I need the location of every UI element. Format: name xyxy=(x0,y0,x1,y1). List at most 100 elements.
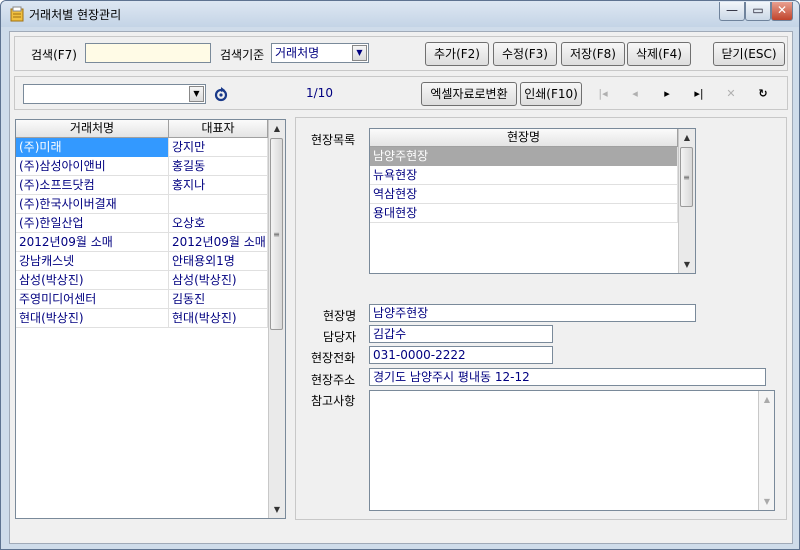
cell-representative[interactable]: 삼성(박상진) xyxy=(169,271,268,290)
memo-label: 참고사항 xyxy=(311,394,356,408)
close-window-button[interactable]: ✕ xyxy=(771,2,793,21)
print-button[interactable]: 인쇄(F10) xyxy=(520,82,582,106)
delete-button[interactable]: 삭제(F4) xyxy=(627,42,691,66)
excel-export-button[interactable]: 엑셀자료로변환 xyxy=(421,82,517,106)
cell-client-name[interactable]: (주)한국사이버결재 xyxy=(16,195,169,214)
site-phone-field[interactable]: 031-0000-2222 xyxy=(369,346,553,364)
cell-client-name[interactable]: (주)한일산업 xyxy=(16,214,169,233)
scroll-thumb[interactable]: ≡ xyxy=(270,138,283,330)
scroll-up-icon[interactable]: ▲ xyxy=(269,120,285,137)
site-address-label: 현장주소 xyxy=(311,373,356,387)
cell-client-name[interactable]: 강남캐스넷 xyxy=(16,252,169,271)
table-row[interactable]: 주영미디어센터 김동진 xyxy=(16,290,268,309)
list-item[interactable]: 뉴욕현장 xyxy=(370,166,678,185)
cell-site-name[interactable]: 용대현장 xyxy=(370,204,678,223)
list-item[interactable]: 역삼현장 xyxy=(370,185,678,204)
chevron-down-icon[interactable]: ▼ xyxy=(352,45,367,61)
site-list-label: 현장목록 xyxy=(311,133,356,147)
filter-select[interactable]: ▼ xyxy=(23,84,206,104)
cell-client-name[interactable]: (주)미래 xyxy=(16,138,169,157)
cell-client-name[interactable]: 삼성(박상진) xyxy=(16,271,169,290)
app-icon xyxy=(10,6,24,22)
list-item[interactable]: 남양주현장 xyxy=(370,147,678,166)
search-criteria-label: 검색기준 xyxy=(220,48,265,62)
site-list[interactable]: 현장명 남양주현장 뉴욕현장 역삼현장 용대현장 ▲ ≡ ▼ xyxy=(369,128,696,274)
edit-button[interactable]: 수정(F3) xyxy=(493,42,557,66)
site-name-label: 현장명 xyxy=(323,309,357,323)
table-row[interactable]: 삼성(박상진) 삼성(박상진) xyxy=(16,271,268,290)
cell-representative[interactable]: 홍지나 xyxy=(169,176,268,195)
search-criteria-select[interactable]: 거래처명 ▼ xyxy=(271,43,369,63)
column-header-representative[interactable]: 대표자 xyxy=(169,120,268,138)
cell-client-name[interactable]: 현대(박상진) xyxy=(16,309,169,328)
table-row[interactable]: 강남캐스넷 안태용외1명 xyxy=(16,252,268,271)
close-button[interactable]: 닫기(ESC) xyxy=(713,42,785,66)
table-row[interactable]: 현대(박상진) 현대(박상진) xyxy=(16,309,268,328)
window-title: 거래처별 현장관리 xyxy=(29,8,122,22)
table-row[interactable]: (주)소프트닷컴 홍지나 xyxy=(16,176,268,195)
search-label: 검색(F7) xyxy=(31,48,77,62)
manager-field[interactable]: 김갑수 xyxy=(369,325,553,343)
search-panel: 검색(F7) 검색기준 거래처명 ▼ 추가(F2) 수정(F3) 저장(F8) … xyxy=(14,36,788,71)
reload-icon[interactable]: ↻ xyxy=(755,86,771,102)
table-row[interactable]: (주)한일산업 오상호 xyxy=(16,214,268,233)
cell-client-name[interactable]: 주영미디어센터 xyxy=(16,290,169,309)
scroll-down-icon[interactable]: ▼ xyxy=(759,493,774,510)
chevron-down-icon[interactable]: ▼ xyxy=(189,86,204,102)
client-grid-scrollbar[interactable]: ▲ ≡ ▼ xyxy=(268,120,285,518)
grip-icon: ≡ xyxy=(273,230,280,239)
client-grid[interactable]: 거래처명 대표자 (주)미래 강지만 (주)삼성아이앤비 홍길동 (주)소프트닷컴 홍지나… xyxy=(15,119,286,519)
title-bar[interactable]: 거래처별 현장관리 — ▭ ✕ xyxy=(1,1,799,27)
table-row[interactable]: 2012년09월 소매 2012년09월 소매 xyxy=(16,233,268,252)
site-name-field[interactable]: 남양주현장 xyxy=(369,304,696,322)
scroll-down-icon[interactable]: ▼ xyxy=(269,501,285,518)
cell-representative[interactable]: 홍길동 xyxy=(169,157,268,176)
list-item[interactable]: 용대현장 xyxy=(370,204,678,223)
scroll-down-icon[interactable]: ▼ xyxy=(679,256,695,273)
memo-field[interactable]: ▲ ▼ xyxy=(369,390,775,511)
maximize-button[interactable]: ▭ xyxy=(745,2,771,21)
site-phone-label: 현장전화 xyxy=(311,351,356,365)
client-area: 검색(F7) 검색기준 거래처명 ▼ 추가(F2) 수정(F3) 저장(F8) … xyxy=(9,31,793,544)
last-record-icon[interactable]: ▸| xyxy=(691,86,707,102)
previous-record-icon[interactable]: ◂ xyxy=(627,86,643,102)
grip-icon: ≡ xyxy=(683,173,690,182)
table-row[interactable]: (주)미래 강지만 xyxy=(16,138,268,157)
search-input[interactable] xyxy=(85,43,211,63)
memo-scrollbar[interactable]: ▲ ▼ xyxy=(758,391,774,510)
scroll-up-icon[interactable]: ▲ xyxy=(759,391,774,408)
manager-label: 담당자 xyxy=(323,330,357,344)
column-header-site-name[interactable]: 현장명 xyxy=(370,129,678,147)
add-button[interactable]: 추가(F2) xyxy=(425,42,489,66)
site-list-scrollbar[interactable]: ▲ ≡ ▼ xyxy=(678,129,695,273)
first-record-icon[interactable]: |◂ xyxy=(595,86,611,102)
scroll-thumb[interactable]: ≡ xyxy=(680,147,693,207)
column-header-client-name[interactable]: 거래처명 xyxy=(16,120,169,138)
cell-client-name[interactable]: 2012년09월 소매 xyxy=(16,233,169,252)
minimize-button[interactable]: — xyxy=(719,2,745,21)
cell-site-name[interactable]: 역삼현장 xyxy=(370,185,678,204)
cancel-icon[interactable]: ✕ xyxy=(723,86,739,102)
next-record-icon[interactable]: ▸ xyxy=(659,86,675,102)
cell-representative[interactable]: 2012년09월 소매 xyxy=(169,233,268,252)
save-button[interactable]: 저장(F8) xyxy=(561,42,625,66)
cell-site-name[interactable]: 남양주현장 xyxy=(370,147,678,166)
scroll-up-icon[interactable]: ▲ xyxy=(679,129,695,146)
cell-client-name[interactable]: (주)삼성아이앤비 xyxy=(16,157,169,176)
cell-representative[interactable]: 오상호 xyxy=(169,214,268,233)
nav-panel: ▼ 1/10 엑셀자료로변환 인쇄(F10) |◂ ◂ ▸ ▸| ✕ ↻ xyxy=(14,76,788,110)
page-indicator: 1/10 xyxy=(306,86,333,100)
cell-representative[interactable]: 현대(박상진) xyxy=(169,309,268,328)
site-detail-panel: 현장목록 현장명 남양주현장 뉴욕현장 역삼현장 용대현장 ▲ ≡ ▼ 현장명 남양주… xyxy=(295,117,787,520)
cell-site-name[interactable]: 뉴욕현장 xyxy=(370,166,678,185)
cell-representative[interactable] xyxy=(169,195,268,214)
site-address-field[interactable]: 경기도 남양주시 평내동 12-12 xyxy=(369,368,766,386)
refresh-icon[interactable] xyxy=(213,86,229,102)
cell-representative[interactable]: 강지만 xyxy=(169,138,268,157)
app-window: 거래처별 현장관리 — ▭ ✕ 검색(F7) 검색기준 거래처명 ▼ 추가(F2… xyxy=(0,0,800,550)
table-row[interactable]: (주)삼성아이앤비 홍길동 xyxy=(16,157,268,176)
cell-representative[interactable]: 김동진 xyxy=(169,290,268,309)
cell-client-name[interactable]: (주)소프트닷컴 xyxy=(16,176,169,195)
cell-representative[interactable]: 안태용외1명 xyxy=(169,252,268,271)
table-row[interactable]: (주)한국사이버결재 xyxy=(16,195,268,214)
